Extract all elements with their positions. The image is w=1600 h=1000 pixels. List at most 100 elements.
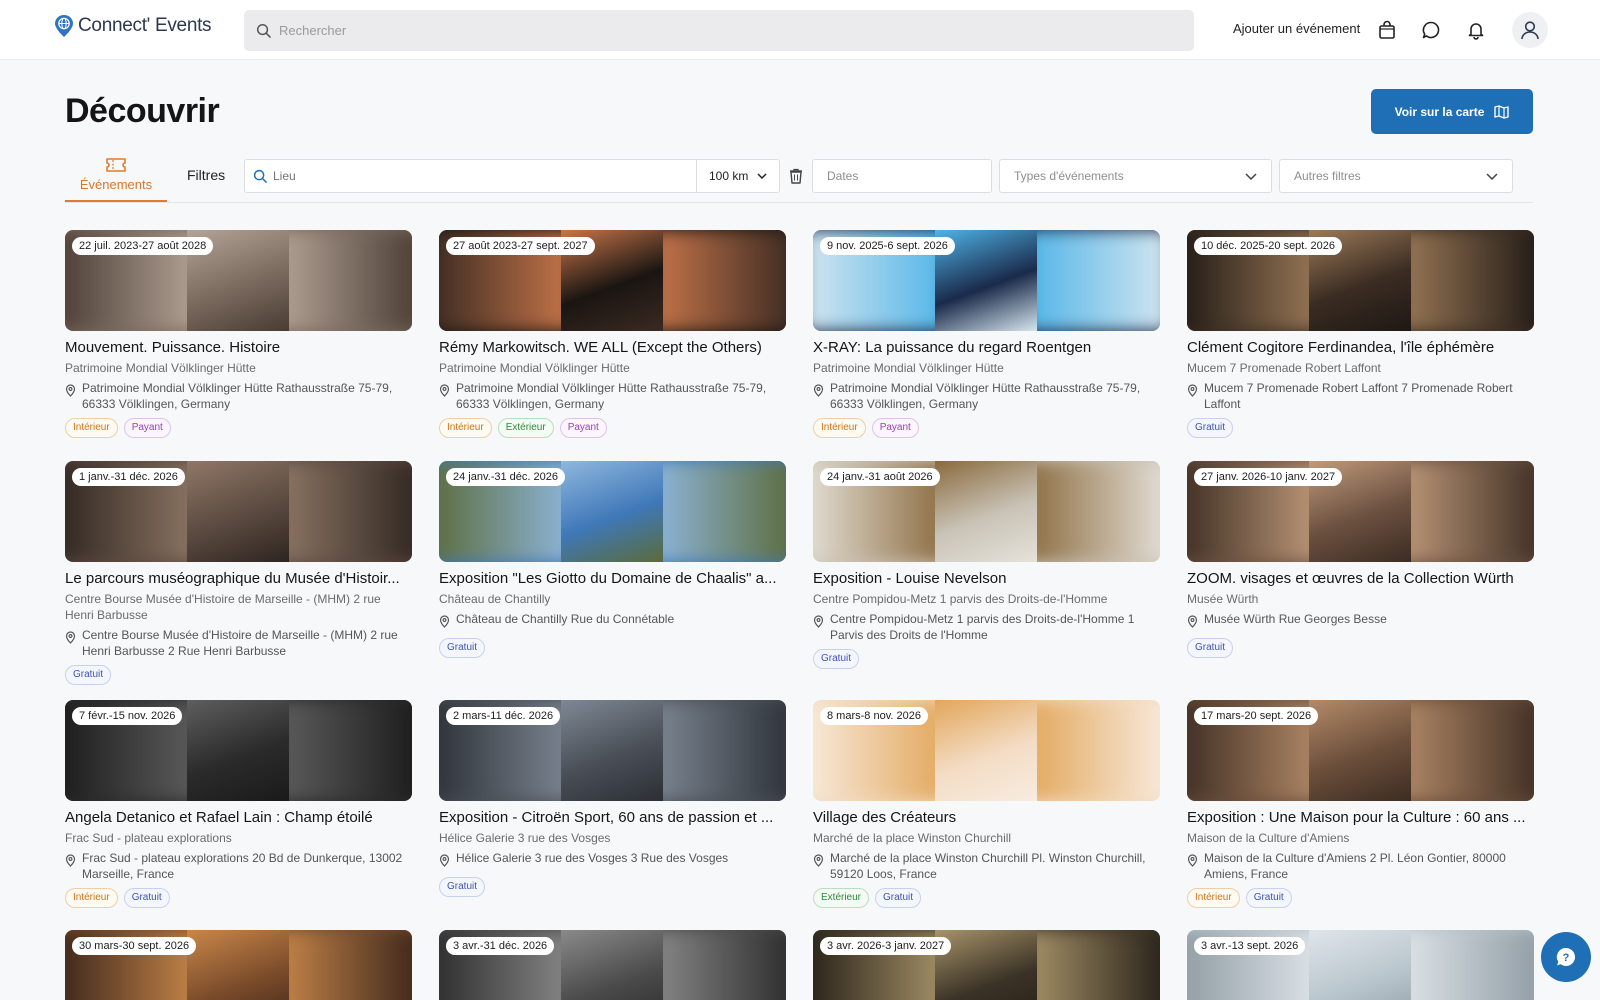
event-image[interactable]: 3 avr.-31 déc. 2026 xyxy=(439,930,786,1000)
event-card[interactable]: 9 nov. 2025-6 sept. 2026 X-RAY: La puissa… xyxy=(813,230,1160,438)
event-image[interactable]: 7 févr.-15 nov. 2026 xyxy=(65,700,412,801)
radius-select[interactable]: 100 km xyxy=(697,160,779,192)
global-search[interactable] xyxy=(244,10,1194,51)
event-card[interactable]: 17 mars-20 sept. 2026 Exposition : Une Ma… xyxy=(1187,700,1534,908)
tag-interieur: Intérieur xyxy=(439,418,492,438)
view-map-button[interactable]: Voir sur la carte xyxy=(1371,89,1533,134)
event-tags: Intérieur Gratuit xyxy=(65,888,412,908)
location-pin-icon xyxy=(65,384,77,412)
event-card[interactable]: 10 déc. 2025-20 sept. 2026 Clément Cogito… xyxy=(1187,230,1534,438)
help-icon: ? xyxy=(1556,947,1576,966)
location-pin-icon xyxy=(439,384,451,412)
event-title[interactable]: Exposition "Les Giotto du Domaine de Cha… xyxy=(439,569,786,589)
event-venue: Hélice Galerie 3 rue des Vosges xyxy=(439,831,611,845)
event-tags: Intérieur Gratuit xyxy=(1187,888,1534,908)
event-address: Patrimoine Mondial Völklinger Hütte Rath… xyxy=(439,380,786,412)
view-map-label: Voir sur la carte xyxy=(1394,104,1485,119)
event-image[interactable]: 24 janv.-31 déc. 2026 xyxy=(439,461,786,562)
event-image[interactable]: 27 janv. 2026-10 janv. 2027 xyxy=(1187,461,1534,562)
event-card[interactable]: 22 juil. 2023-27 août 2028 Mouvement. Pui… xyxy=(65,230,412,438)
location-pin-icon xyxy=(65,854,77,882)
event-address-text: Marché de la place Winston Churchill Pl.… xyxy=(830,851,1146,881)
tag-exterieur: Extérieur xyxy=(813,888,870,908)
event-venue: Mucem 7 Promenade Robert Laffont xyxy=(1187,361,1381,375)
event-address: Patrimoine Mondial Völklinger Hütte Rath… xyxy=(65,380,412,412)
event-image[interactable]: 24 janv.-31 août 2026 xyxy=(813,461,1160,562)
location-pin-icon xyxy=(813,854,825,882)
search-input[interactable] xyxy=(279,23,1159,38)
event-image[interactable]: 22 juil. 2023-27 août 2028 xyxy=(65,230,412,331)
event-title[interactable]: Angela Detanico et Rafael Lain : Champ é… xyxy=(65,808,412,828)
event-types-select[interactable]: Types d'événements xyxy=(999,159,1272,193)
event-image[interactable]: 30 mars-30 sept. 2026 xyxy=(65,930,412,1000)
event-title[interactable]: Exposition - Citroën Sport, 60 ans de pa… xyxy=(439,808,786,828)
shopping-bag-icon[interactable] xyxy=(1375,18,1399,42)
event-card[interactable]: 24 janv.-31 août 2026 Exposition - Louise… xyxy=(813,461,1160,669)
event-address-text: Frac Sud - plateau explorations 20 Bd de… xyxy=(82,851,403,881)
event-card[interactable]: 3 avr.-31 déc. 2026 xyxy=(439,930,786,1000)
add-event-link[interactable]: Ajouter un événement xyxy=(1233,21,1360,36)
event-card[interactable]: 8 mars-8 nov. 2026 Village des Créateurs M… xyxy=(813,700,1160,908)
event-title[interactable]: Exposition - Louise Nevelson xyxy=(813,569,1160,589)
event-card[interactable]: 3 avr. 2026-3 janv. 2027 xyxy=(813,930,1160,1000)
event-card[interactable]: 27 août 2023-27 sept. 2027 Rémy Markowits… xyxy=(439,230,786,438)
trash-icon[interactable] xyxy=(789,167,803,185)
event-title[interactable]: Village des Créateurs xyxy=(813,808,1160,828)
event-title[interactable]: Mouvement. Puissance. Histoire xyxy=(65,338,412,358)
event-title[interactable]: Exposition : Une Maison pour la Culture … xyxy=(1187,808,1534,828)
event-address-text: Patrimoine Mondial Völklinger Hütte Rath… xyxy=(82,381,393,411)
event-card[interactable]: 27 janv. 2026-10 janv. 2027 ZOOM. visages… xyxy=(1187,461,1534,658)
location-input-wrap[interactable] xyxy=(245,160,697,192)
tag-gratuit: Gratuit xyxy=(439,877,486,897)
event-title[interactable]: Clément Cogitore Ferdinandea, l'île éphé… xyxy=(1187,338,1534,358)
event-tags: Intérieur Payant xyxy=(65,418,412,438)
event-image[interactable]: 8 mars-8 nov. 2026 xyxy=(813,700,1160,801)
location-pin-icon xyxy=(65,631,77,659)
event-date-badge: 30 mars-30 sept. 2026 xyxy=(72,937,197,955)
logo[interactable]: Connect' Events xyxy=(54,14,212,38)
event-title[interactable]: Le parcours muséographique du Musée d'Hi… xyxy=(65,569,412,589)
bell-icon[interactable] xyxy=(1464,18,1488,42)
tag-gratuit: Gratuit xyxy=(1187,418,1234,438)
event-tags: Gratuit xyxy=(1187,638,1534,658)
tag-payant: Payant xyxy=(559,418,607,438)
event-tags: Extérieur Gratuit xyxy=(813,888,1160,908)
tag-gratuit: Gratuit xyxy=(1245,888,1292,908)
event-image[interactable]: 10 déc. 2025-20 sept. 2026 xyxy=(1187,230,1534,331)
event-title[interactable]: Rémy Markowitsch. WE ALL (Except the Oth… xyxy=(439,338,786,358)
location-input[interactable] xyxy=(273,169,653,183)
help-chat-button[interactable]: ? xyxy=(1541,932,1591,982)
event-image[interactable]: 3 avr.-13 sept. 2026 xyxy=(1187,930,1534,1000)
event-image[interactable]: 9 nov. 2025-6 sept. 2026 xyxy=(813,230,1160,331)
event-card[interactable]: 2 mars-11 déc. 2026 Exposition - Citroën … xyxy=(439,700,786,897)
tab-events[interactable]: Événements xyxy=(65,148,167,203)
event-image[interactable]: 3 avr. 2026-3 janv. 2027 xyxy=(813,930,1160,1000)
event-image[interactable]: 27 août 2023-27 sept. 2027 xyxy=(439,230,786,331)
event-venue: Patrimoine Mondial Völklinger Hütte xyxy=(439,361,630,375)
event-image[interactable]: 1 janv.-31 déc. 2026 xyxy=(65,461,412,562)
dates-filter[interactable]: Dates xyxy=(812,159,992,193)
location-pin-icon xyxy=(1187,615,1199,632)
event-card[interactable]: 30 mars-30 sept. 2026 xyxy=(65,930,412,1000)
tag-interieur: Intérieur xyxy=(65,418,118,438)
event-address-text: Château de Chantilly Rue du Connétable xyxy=(456,612,675,626)
event-card[interactable]: 1 janv.-31 déc. 2026 Le parcours muséogra… xyxy=(65,461,412,685)
event-address: Château de Chantilly Rue du Connétable xyxy=(439,611,786,632)
event-image[interactable]: 17 mars-20 sept. 2026 xyxy=(1187,700,1534,801)
event-card[interactable]: 24 janv.-31 déc. 2026 Exposition "Les Gio… xyxy=(439,461,786,658)
location-pin-icon xyxy=(1187,854,1199,882)
event-title[interactable]: ZOOM. visages et œuvres de la Collection… xyxy=(1187,569,1534,589)
avatar[interactable] xyxy=(1512,12,1548,48)
event-venue: Centre Bourse Musée d'Histoire de Marsei… xyxy=(65,592,381,622)
event-card[interactable]: 3 avr.-13 sept. 2026 xyxy=(1187,930,1534,1000)
event-title[interactable]: X-RAY: La puissance du regard Roentgen xyxy=(813,338,1160,358)
event-image[interactable]: 2 mars-11 déc. 2026 xyxy=(439,700,786,801)
event-card[interactable]: 7 févr.-15 nov. 2026 Angela Detanico et R… xyxy=(65,700,412,908)
event-date-badge: 1 janv.-31 déc. 2026 xyxy=(72,468,185,486)
chat-icon[interactable] xyxy=(1419,18,1443,42)
event-address: Musée Würth Rue Georges Besse xyxy=(1187,611,1534,632)
event-tags: Intérieur Extérieur Payant xyxy=(439,418,786,438)
other-filters-select[interactable]: Autres filtres xyxy=(1279,159,1513,193)
event-date-badge: 24 janv.-31 août 2026 xyxy=(820,468,940,486)
event-date-badge: 9 nov. 2025-6 sept. 2026 xyxy=(820,237,955,255)
